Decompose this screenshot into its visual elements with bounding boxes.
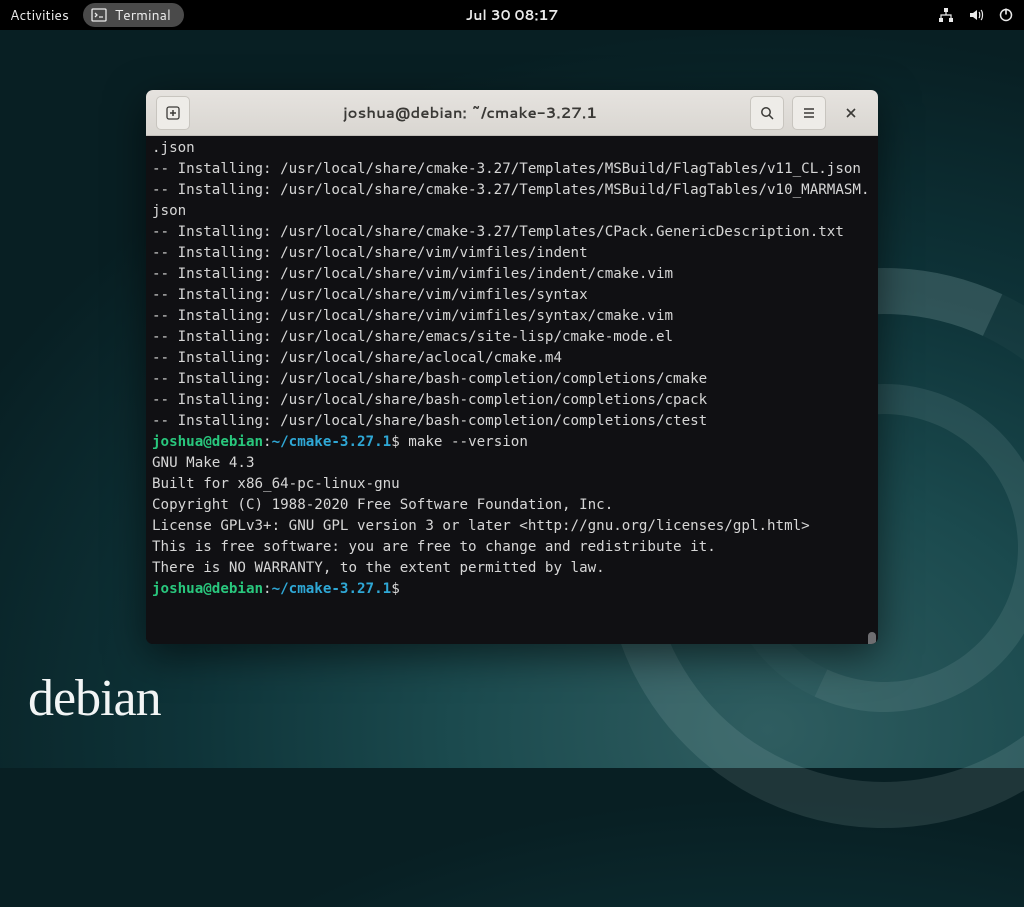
- terminal-window: joshua@debian: ~/cmake-3.27.1 .json -- I…: [146, 90, 878, 644]
- active-app-pill[interactable]: Terminal: [83, 3, 184, 27]
- hamburger-icon: [801, 105, 817, 121]
- output-line: License GPLv3+: GNU GPL version 3 or lat…: [152, 518, 810, 534]
- window-title: joshua@debian: ~/cmake-3.27.1: [198, 102, 742, 123]
- output-line: -- Installing: /usr/local/share/bash-com…: [152, 392, 707, 408]
- power-icon[interactable]: [998, 7, 1014, 23]
- titlebar: joshua@debian: ~/cmake-3.27.1: [146, 90, 878, 136]
- output-line: -- Installing: /usr/local/share/cmake-3.…: [152, 161, 861, 177]
- output-line: Built for x86_64-pc-linux-gnu: [152, 476, 400, 492]
- network-icon[interactable]: [938, 7, 954, 23]
- search-button[interactable]: [750, 96, 784, 130]
- output-line: -- Installing: /usr/local/share/emacs/si…: [152, 329, 673, 345]
- terminal-icon: [91, 7, 107, 23]
- prompt-sep: :: [263, 434, 272, 450]
- clock[interactable]: Jul 30 08:17: [466, 5, 559, 25]
- output-line: -- Installing: /usr/local/share/bash-com…: [152, 371, 707, 387]
- prompt-user: joshua@debian: [152, 581, 263, 597]
- output-line: -- Installing: /usr/local/share/vim/vimf…: [152, 308, 673, 324]
- gnome-topbar: Activities Terminal Jul 30 08:17: [0, 0, 1024, 30]
- output-line: There is NO WARRANTY, to the extent perm…: [152, 560, 605, 576]
- active-app-label: Terminal: [115, 5, 171, 25]
- output-line: Copyright (C) 1988-2020 Free Software Fo…: [152, 497, 613, 513]
- new-tab-button[interactable]: [156, 96, 190, 130]
- output-line: -- Installing: /usr/local/share/aclocal/…: [152, 350, 562, 366]
- scrollbar-thumb[interactable]: [868, 632, 876, 644]
- volume-icon[interactable]: [968, 7, 984, 23]
- output-line: -- Installing: /usr/local/share/vim/vimf…: [152, 266, 673, 282]
- close-button[interactable]: [834, 96, 868, 130]
- prompt-user: joshua@debian: [152, 434, 263, 450]
- terminal-body[interactable]: .json -- Installing: /usr/local/share/cm…: [146, 136, 878, 644]
- activities-button[interactable]: Activities: [10, 5, 69, 25]
- output-line: -- Installing: /usr/local/share/cmake-3.…: [152, 182, 870, 219]
- output-line: -- Installing: /usr/local/share/bash-com…: [152, 413, 707, 429]
- prompt-path: ~/cmake-3.27.1: [272, 434, 392, 450]
- output-line: -- Installing: /usr/local/share/vim/vimf…: [152, 245, 588, 261]
- prompt-path: ~/cmake-3.27.1: [272, 581, 392, 597]
- prompt-symbol: $: [391, 581, 400, 597]
- output-line: .json: [152, 140, 195, 156]
- prompt-symbol: $: [391, 434, 400, 450]
- output-line: This is free software: you are free to c…: [152, 539, 716, 555]
- debian-wordmark: debian: [28, 669, 161, 728]
- command-text: make --version: [400, 434, 528, 450]
- menu-button[interactable]: [792, 96, 826, 130]
- prompt-sep: :: [263, 581, 272, 597]
- output-line: -- Installing: /usr/local/share/vim/vimf…: [152, 287, 588, 303]
- search-icon: [759, 105, 775, 121]
- output-line: -- Installing: /usr/local/share/cmake-3.…: [152, 224, 844, 240]
- close-icon: [843, 105, 859, 121]
- output-line: GNU Make 4.3: [152, 455, 255, 471]
